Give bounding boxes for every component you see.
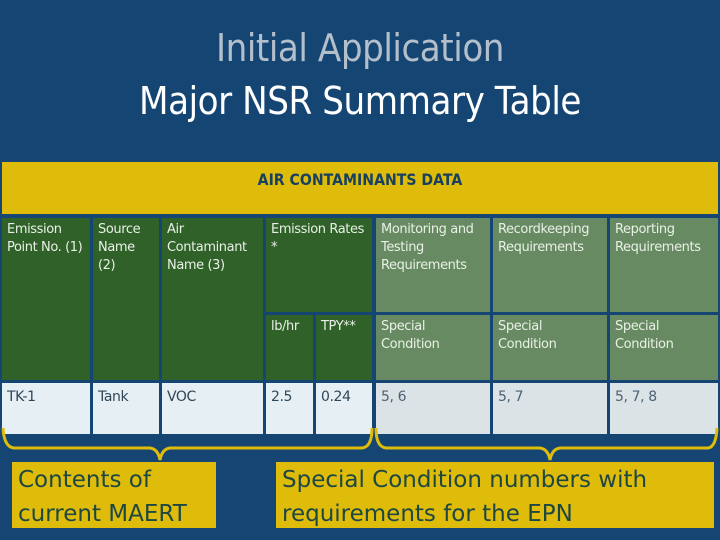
left-brace	[1, 427, 374, 461]
callout-special-conditions: Special Condition numbers with requireme…	[276, 462, 714, 528]
right-brace	[374, 427, 719, 461]
braces-layer	[1, 427, 719, 461]
callout-maert: Contents of current MAERT	[12, 462, 216, 528]
